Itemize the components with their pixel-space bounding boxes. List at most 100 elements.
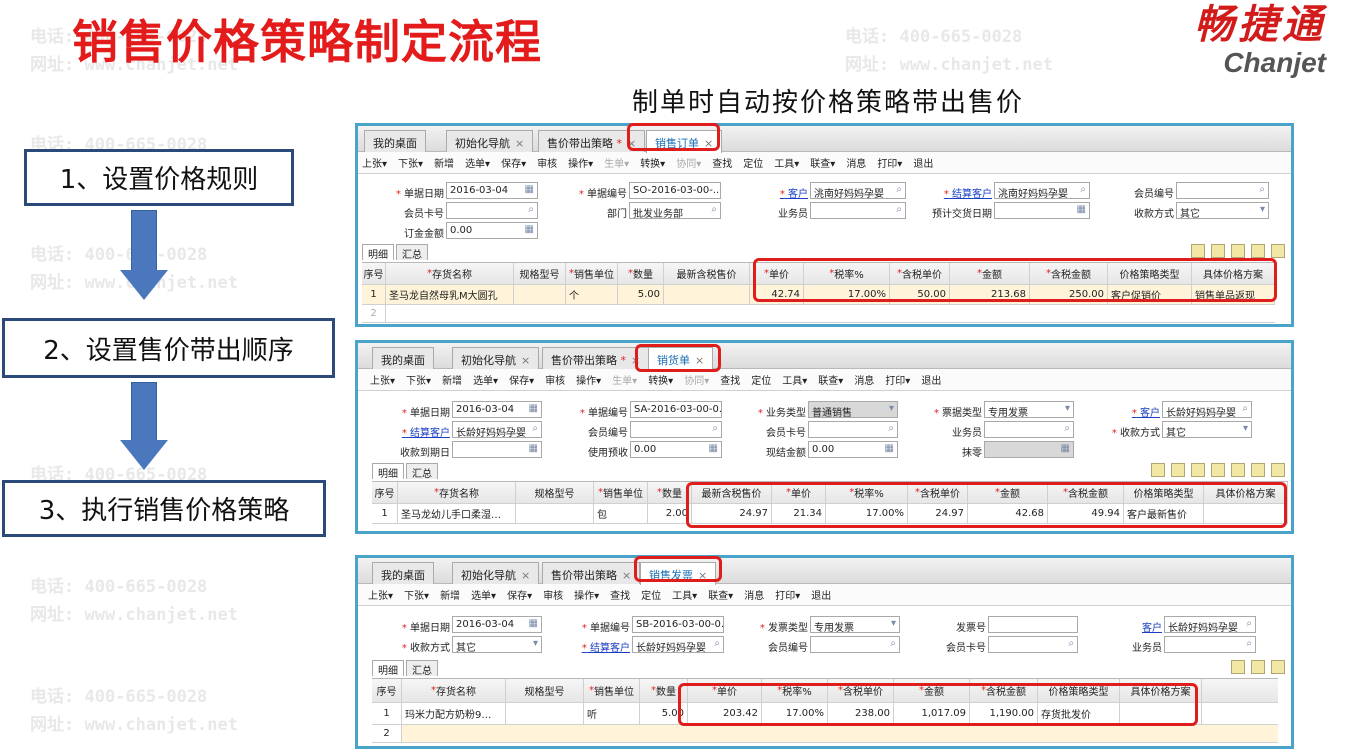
cell[interactable]: 42.68 <box>968 504 1048 523</box>
cell[interactable] <box>506 703 584 724</box>
cell[interactable]: 250.00 <box>1030 285 1108 304</box>
cash-input[interactable]: 0.00 ▦ <box>808 441 898 458</box>
cell[interactable]: 圣马龙自然母乳M大圆孔 <box>386 285 514 304</box>
search-icon[interactable] <box>1271 244 1285 258</box>
search-icon[interactable]: ⌕ <box>1246 638 1252 649</box>
search-icon[interactable]: ⌕ <box>1246 618 1252 629</box>
settle-customer-input[interactable]: 洮南好妈妈孕婴 ⌕ <box>994 182 1090 199</box>
close-icon[interactable]: × <box>695 354 704 367</box>
tab-summary[interactable]: 汇总 <box>406 463 438 480</box>
field-label[interactable]: 结算客户 <box>590 643 630 654</box>
calendar-icon[interactable]: ▦ <box>529 443 538 454</box>
toolbar-audit[interactable]: 审核 <box>545 372 565 387</box>
customer-input[interactable]: 长龄好妈妈孕婴 ⌕ <box>1162 401 1252 418</box>
tab-price-strategy[interactable]: 售价带出策略 × <box>542 562 641 584</box>
toolbar-message[interactable]: 消息 <box>846 155 866 170</box>
table-row[interactable]: 1 圣马龙自然母乳M大圆孔 个 5.00 42.74 17.00% 50.00 … <box>362 285 1275 305</box>
cell[interactable]: 21.34 <box>772 504 826 523</box>
insert-row-icon[interactable] <box>1191 463 1205 477</box>
copy-row-icon[interactable] <box>1231 660 1245 674</box>
card-input[interactable]: ⌕ <box>988 636 1078 653</box>
toolbar-next[interactable]: 下张▾ <box>398 155 423 170</box>
tab-invoice[interactable]: 销售发票 × <box>640 562 717 585</box>
calculator-icon[interactable]: ▦ <box>525 224 534 235</box>
toolbar-locate[interactable]: 定位 <box>743 155 763 170</box>
toolbar-prev[interactable]: 上张▾ <box>368 587 393 602</box>
toolbar-next[interactable]: 下张▾ <box>406 372 431 387</box>
delivery-date-input[interactable]: ▦ <box>994 202 1090 219</box>
ticket-type-select[interactable]: 专用发票 ▾ <box>984 401 1074 418</box>
close-icon[interactable]: × <box>704 137 713 150</box>
toolbar-query[interactable]: 联查▾ <box>818 372 843 387</box>
rounding-input[interactable]: ▦ <box>984 441 1074 458</box>
toolbar-generate[interactable]: 生单▾ <box>604 155 629 170</box>
cell[interactable]: 17.00% <box>762 703 828 724</box>
toolbar-tools[interactable]: 工具▾ <box>782 372 807 387</box>
tab-my-desktop[interactable]: 我的桌面 <box>372 347 434 369</box>
toolbar-find[interactable]: 查找 <box>712 155 732 170</box>
cell[interactable]: 42.74 <box>750 285 804 304</box>
cell[interactable]: 203.42 <box>688 703 762 724</box>
biz-type-select[interactable]: 普通销售 ▾ <box>808 401 898 418</box>
dept-input[interactable]: 批发业务部 ⌕ <box>629 202 721 219</box>
cell[interactable]: 17.00% <box>804 285 890 304</box>
cell[interactable] <box>1120 703 1202 724</box>
zoom-icon[interactable] <box>1251 463 1265 477</box>
cell[interactable]: 个 <box>566 285 618 304</box>
search-icon[interactable]: ⌕ <box>712 423 718 434</box>
table-row[interactable]: 2 <box>362 305 1275 323</box>
table-row[interactable]: 2 <box>372 725 1278 743</box>
close-icon[interactable]: × <box>698 569 707 582</box>
toolbar-prev[interactable]: 上张▾ <box>362 155 387 170</box>
toolbar-print[interactable]: 打印▾ <box>877 155 902 170</box>
search-icon[interactable]: ⌕ <box>896 204 902 215</box>
toolbar-query[interactable]: 联查▾ <box>708 587 733 602</box>
cell[interactable]: 玛米力配方奶粉9… <box>402 703 506 724</box>
toolbar-operate[interactable]: 操作▾ <box>574 587 599 602</box>
chevron-down-icon[interactable]: ▾ <box>1260 204 1265 215</box>
toolbar-select[interactable]: 选单▾ <box>473 372 498 387</box>
doc-no-input[interactable]: SO-2016-03-00-... <box>629 182 721 199</box>
paste-row-icon[interactable] <box>1171 463 1185 477</box>
cell[interactable]: 5.00 <box>618 285 664 304</box>
close-icon[interactable]: × <box>521 569 530 582</box>
close-icon[interactable]: × <box>631 354 640 367</box>
search-icon[interactable]: ⌕ <box>1068 638 1074 649</box>
cell[interactable]: 圣马龙幼儿手口柔湿… <box>398 504 516 523</box>
toolbar-exit[interactable]: 退出 <box>811 587 831 602</box>
calendar-icon[interactable]: ▦ <box>529 618 538 629</box>
cell[interactable]: 238.00 <box>828 703 894 724</box>
toolbar-locate[interactable]: 定位 <box>751 372 771 387</box>
search-icon[interactable]: ⌕ <box>888 423 894 434</box>
cell[interactable]: 1,190.00 <box>970 703 1038 724</box>
calculator-icon[interactable]: ▦ <box>1061 443 1070 454</box>
toolbar-audit[interactable]: 审核 <box>537 155 557 170</box>
cell[interactable]: 1,017.09 <box>894 703 970 724</box>
toolbar-save[interactable]: 保存▾ <box>509 372 534 387</box>
search-icon[interactable]: ⌕ <box>1064 423 1070 434</box>
close-icon[interactable]: × <box>521 354 530 367</box>
toolbar-new[interactable]: 新增 <box>440 587 460 602</box>
customer-input[interactable]: 长龄好妈妈孕婴 ⌕ <box>1164 616 1256 633</box>
customer-input[interactable]: 洮南好妈妈孕婴 ⌕ <box>810 182 906 199</box>
toolbar-operate[interactable]: 操作▾ <box>576 372 601 387</box>
toolbar-next[interactable]: 下张▾ <box>404 587 429 602</box>
paste-row-icon[interactable] <box>1211 244 1225 258</box>
toolbar-generate[interactable]: 生单▾ <box>612 372 637 387</box>
salesman-input[interactable]: ⌕ <box>1164 636 1256 653</box>
field-label[interactable]: 客户 <box>788 189 808 200</box>
insert-row-icon[interactable] <box>1271 660 1285 674</box>
cell[interactable]: 5.00 <box>640 703 688 724</box>
tab-summary[interactable]: 汇总 <box>396 244 428 261</box>
toolbar-collab[interactable]: 协同▾ <box>676 155 701 170</box>
toolbar-select[interactable]: 选单▾ <box>465 155 490 170</box>
toolbar-save[interactable]: 保存▾ <box>507 587 532 602</box>
chevron-down-icon[interactable]: ▾ <box>889 403 894 414</box>
search-icon[interactable]: ⌕ <box>1242 403 1248 414</box>
cell[interactable] <box>664 285 750 304</box>
toolbar-select[interactable]: 选单▾ <box>471 587 496 602</box>
toolbar-audit[interactable]: 审核 <box>543 587 563 602</box>
toolbar-collab[interactable]: 协同▾ <box>684 372 709 387</box>
cell[interactable]: 49.94 <box>1048 504 1124 523</box>
deposit-input[interactable]: 0.00 ▦ <box>446 222 538 239</box>
